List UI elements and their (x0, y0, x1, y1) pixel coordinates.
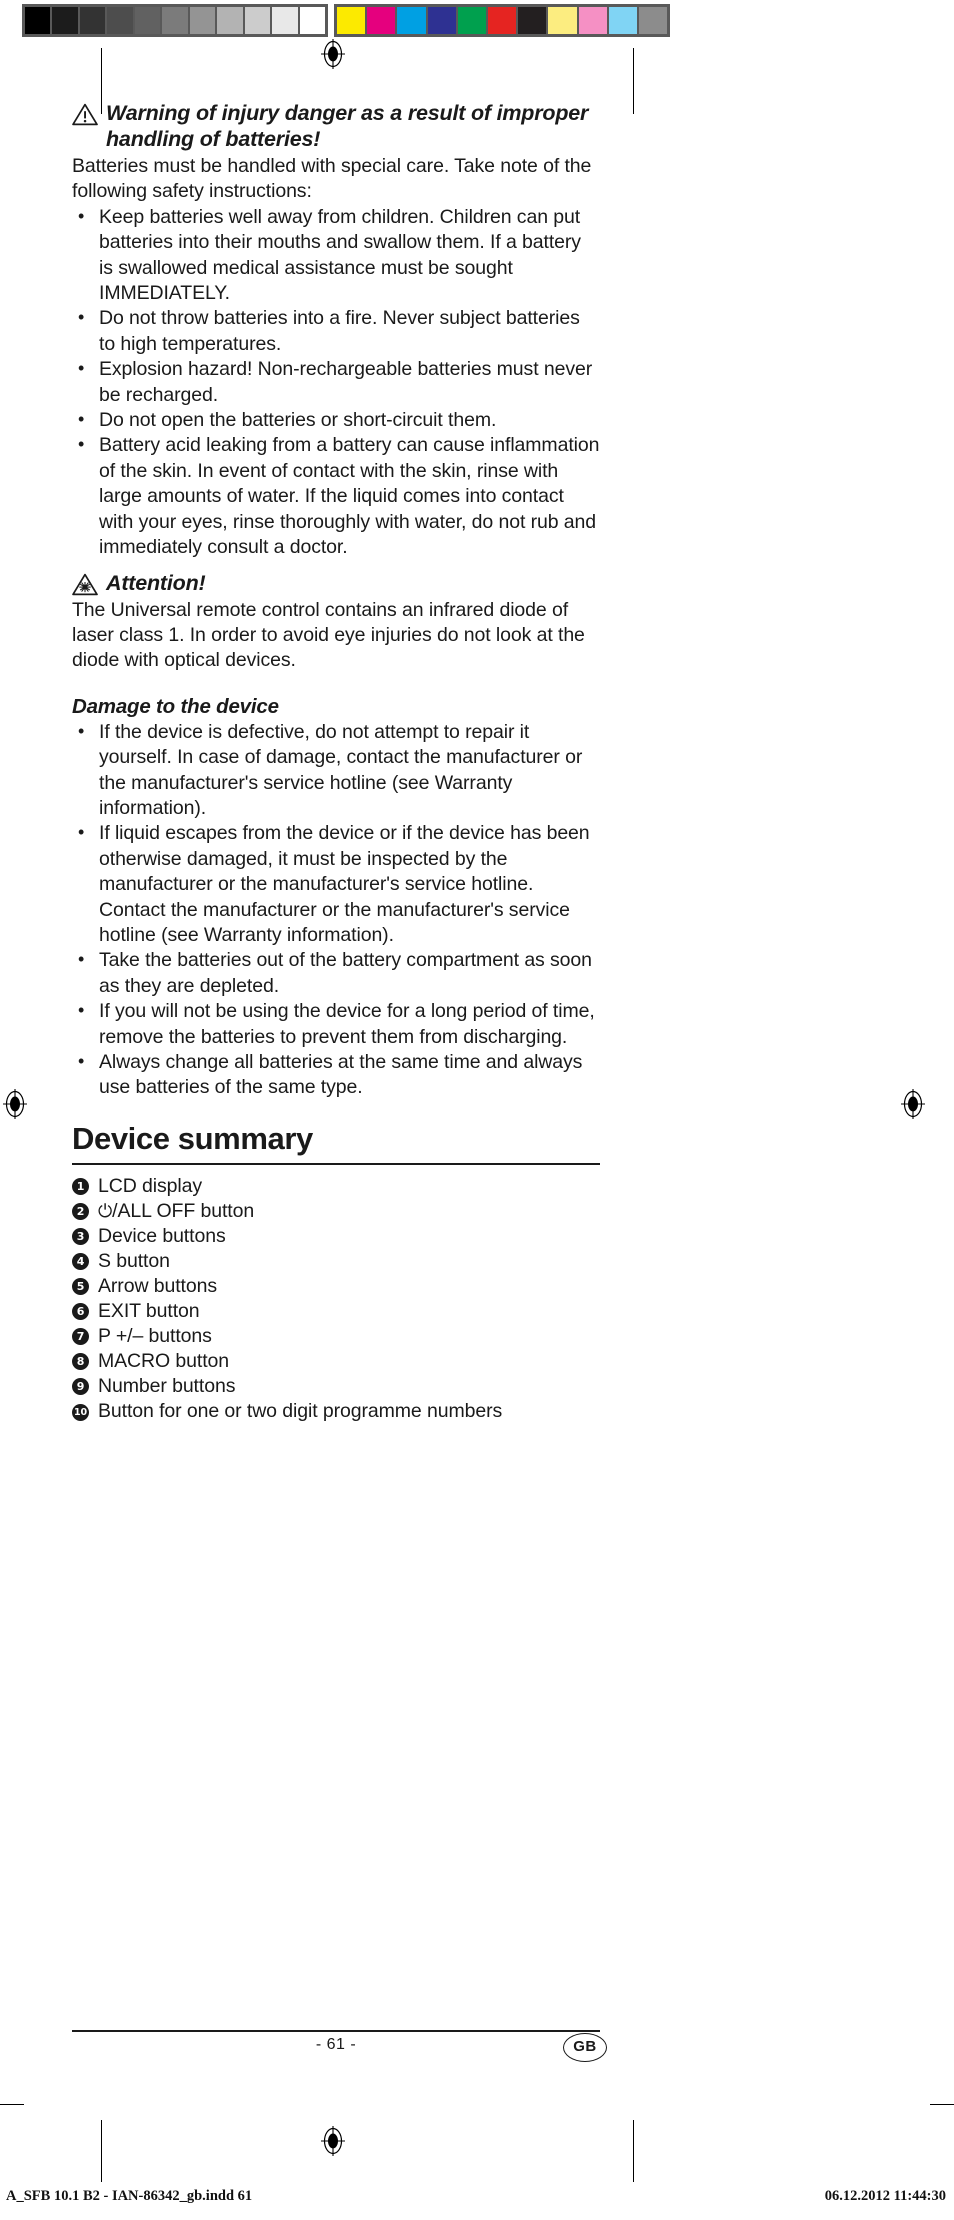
item-label: ⏻/ALL OFF button (98, 1199, 255, 1222)
gray-swatch-8 (244, 7, 271, 34)
gray-swatch-6 (189, 7, 216, 34)
damage-heading: Damage to the device (72, 694, 279, 718)
list-item: 2 ⏻/ALL OFF button (72, 1199, 600, 1224)
gray-swatch-4 (134, 7, 161, 34)
item-number-badge: 2 (72, 1202, 89, 1220)
crop-mark-top-right (633, 48, 634, 114)
crop-mark-bottom-left (101, 2120, 102, 2182)
page-content: Warning of injury danger as a result of … (72, 100, 600, 1424)
item-number-badge: 9 (72, 1377, 89, 1395)
color-swatch-7 (548, 7, 577, 34)
item-number-badge: 1 (72, 1177, 89, 1195)
list-item: Battery acid leaking from a battery can … (72, 432, 600, 560)
power-icon: ⏻ (98, 1200, 113, 1222)
color-swatch-0 (337, 7, 366, 34)
gray-swatch-10 (299, 7, 325, 34)
battery-warning-bullet-list: Keep batteries well away from children. … (72, 204, 600, 561)
grayscale-swatch-group (22, 4, 328, 37)
list-item: Do not open the batteries or short-circu… (72, 407, 600, 433)
warning-triangle-icon (72, 103, 98, 126)
item-label: Device buttons (98, 1224, 226, 1247)
item-label: P +/– buttons (98, 1324, 212, 1347)
battery-warning-intro: Batteries must be handled with special c… (72, 155, 592, 203)
list-item: Do not throw batteries into a fire. Neve… (72, 305, 600, 357)
registration-mark-top (321, 39, 345, 69)
list-item: Take the batteries out of the battery co… (72, 947, 600, 999)
gray-swatch-0 (25, 7, 51, 34)
list-item: If the device is defective, do not attem… (72, 719, 600, 822)
gray-swatch-9 (272, 7, 298, 34)
item-number-badge: 3 (72, 1227, 89, 1245)
list-item: 7 P +/– buttons (72, 1324, 600, 1349)
color-swatch-2 (397, 7, 426, 34)
device-summary-list: 1 LCD display 2 ⏻/ALL OFF button 3 Device but… (72, 1174, 600, 1424)
list-item: 9 Number buttons (72, 1374, 600, 1399)
imprint-timestamp: 06.12.2012 11:44:30 (824, 2188, 946, 2204)
color-swatch-3 (427, 7, 456, 34)
title-divider (72, 1162, 600, 1165)
item-number-badge: 8 (72, 1352, 89, 1370)
crop-mark-left-edge (0, 2104, 24, 2105)
item-label: Arrow buttons (98, 1274, 218, 1297)
item-number-badge: 5 (72, 1277, 89, 1295)
attention-body: The Universal remote control contains an… (72, 598, 585, 672)
laser-radiation-triangle-icon (72, 573, 98, 595)
page-number: - 61 - (315, 2036, 357, 2053)
color-swatch-8 (578, 7, 607, 34)
list-item: 5 Arrow buttons (72, 1274, 600, 1299)
registration-mark-left (3, 1089, 27, 1119)
attention-heading-text: Attention! (106, 570, 206, 595)
locale-badge: GB (563, 2033, 607, 2062)
color-swatch-4 (457, 7, 486, 34)
list-item: 8 MACRO button (72, 1349, 600, 1374)
item-number-badge: 6 (72, 1302, 89, 1320)
color-swatch-6 (518, 7, 547, 34)
color-swatch-group (334, 4, 670, 37)
list-item: 4 S button (72, 1249, 600, 1274)
item-label: S button (98, 1249, 170, 1272)
list-item: 6 EXIT button (72, 1299, 600, 1324)
crop-mark-bottom-right (633, 2120, 634, 2182)
color-swatch-1 (367, 7, 396, 34)
item-number-badge: 7 (72, 1327, 89, 1345)
battery-warning-heading-text: Warning of injury danger as a result of … (106, 101, 589, 151)
list-item: 10 Button for one or two digit programme … (72, 1399, 600, 1424)
damage-bullet-list: If the device is defective, do not attem… (72, 719, 600, 1101)
item-label: EXIT button (98, 1299, 200, 1322)
item-number-badge: 4 (72, 1252, 89, 1270)
item-label: LCD display (98, 1174, 203, 1197)
list-item: 3 Device buttons (72, 1224, 600, 1249)
footer-divider (72, 2030, 600, 2032)
attention-heading: Attention! (72, 570, 600, 596)
gray-swatch-3 (107, 7, 133, 34)
gray-swatch-7 (217, 7, 243, 34)
list-item: Always change all batteries at the same … (72, 1049, 600, 1101)
list-item: 1 LCD display (72, 1174, 600, 1199)
battery-warning-heading: Warning of injury danger as a result of … (72, 100, 600, 152)
item-label: Button for one or two digit programme nu… (98, 1399, 503, 1422)
list-item: Keep batteries well away from children. … (72, 204, 600, 307)
item-label: Number buttons (98, 1374, 236, 1397)
gray-swatch-1 (52, 7, 78, 34)
page-title: Device summary (72, 1120, 313, 1156)
list-item: Explosion hazard! Non-rechargeable batte… (72, 356, 600, 408)
imprint-filename: A_SFB 10.1 B2 - IAN-86342_gb.indd 61 (6, 2188, 253, 2204)
color-swatch-9 (608, 7, 637, 34)
gray-swatch-2 (79, 7, 106, 34)
list-item: If liquid escapes from the device or if … (72, 820, 600, 948)
gray-swatch-5 (162, 7, 188, 34)
item-label: MACRO button (98, 1349, 230, 1372)
color-swatch-10 (638, 7, 668, 34)
registration-mark-right (901, 1089, 925, 1119)
crop-mark-right-edge (930, 2104, 954, 2105)
registration-mark-bottom (321, 2126, 345, 2156)
color-swatch-5 (487, 7, 517, 34)
item-number-badge: 10 (72, 1403, 89, 1421)
print-calibration-colorbar (22, 4, 672, 37)
list-item: If you will not be using the device for … (72, 998, 600, 1050)
